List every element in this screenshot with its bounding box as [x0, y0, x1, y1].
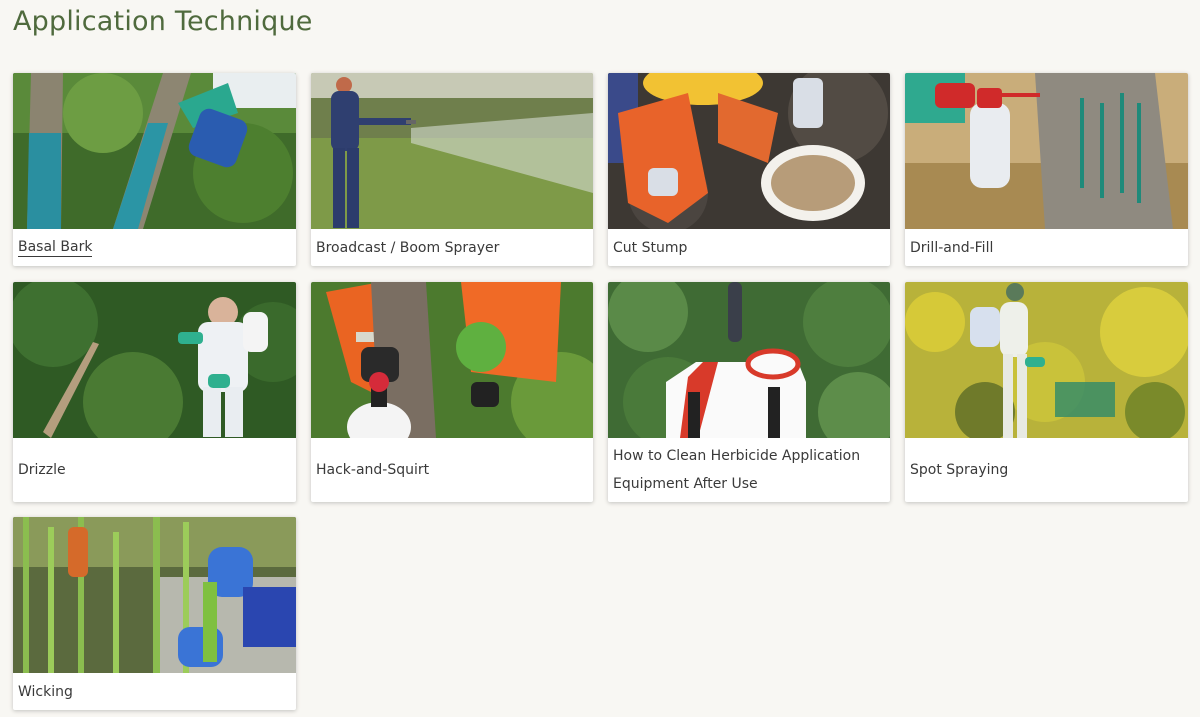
spot-spraying-photo — [905, 282, 1188, 438]
card-label[interactable]: Basal Bark — [18, 238, 93, 257]
technique-card-how-to-clean-equipment[interactable]: How to Clean Herbicide Application Equip… — [608, 282, 890, 502]
technique-card-drill-and-fill[interactable]: Drill-and-Fill — [905, 73, 1188, 266]
cut-stump-photo — [608, 73, 890, 229]
technique-card-spot-spraying[interactable]: Spot Spraying — [905, 282, 1188, 502]
hack-and-squirt-photo — [311, 282, 593, 438]
card-label: Cut Stump — [613, 239, 688, 256]
wicking-photo — [13, 517, 296, 673]
card-label: Hack-and-Squirt — [316, 462, 430, 478]
broadcast-sprayer-photo — [311, 73, 593, 229]
technique-card-hack-and-squirt[interactable]: Hack-and-Squirt — [311, 282, 593, 502]
cleaning-equipment-photo — [608, 282, 890, 438]
technique-card-basal-bark[interactable]: Basal Bark — [13, 73, 296, 266]
technique-card-cut-stump[interactable]: Cut Stump — [608, 73, 890, 266]
card-label: Drill-and-Fill — [910, 239, 994, 256]
page-title: Application Technique — [13, 6, 313, 37]
basal-bark-photo — [13, 73, 296, 229]
card-label: Broadcast / Boom Sprayer — [316, 239, 500, 256]
drizzle-photo — [13, 282, 296, 438]
technique-card-broadcast-boom-sprayer[interactable]: Broadcast / Boom Sprayer — [311, 73, 593, 266]
technique-card-drizzle[interactable]: Drizzle — [13, 282, 296, 502]
card-label: How to Clean Herbicide Application Equip… — [613, 448, 861, 492]
drill-and-fill-photo — [905, 73, 1188, 229]
card-label: Drizzle — [18, 462, 66, 478]
technique-card-wicking[interactable]: Wicking — [13, 517, 296, 710]
card-label: Wicking — [18, 683, 73, 700]
card-label: Spot Spraying — [910, 462, 1009, 478]
